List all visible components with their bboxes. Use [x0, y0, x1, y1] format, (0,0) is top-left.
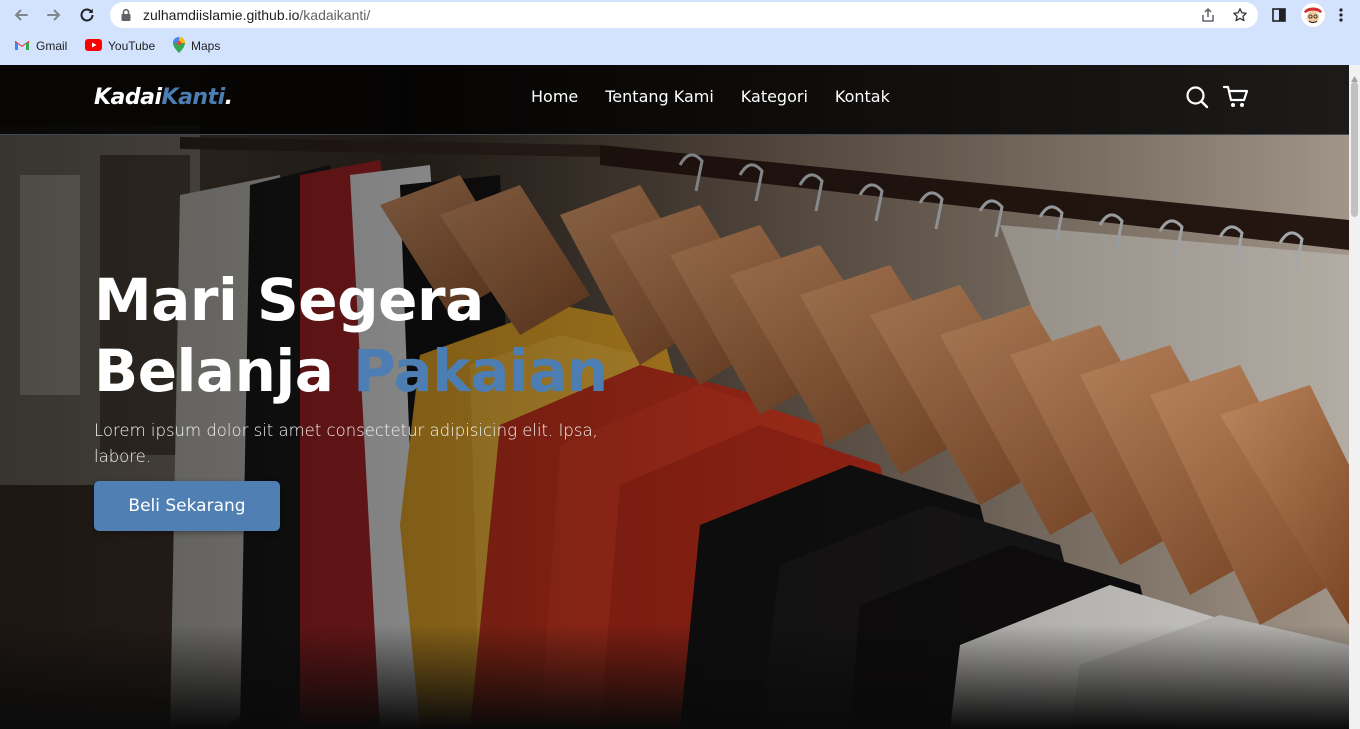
menu-tentang-kami[interactable]: Tentang Kami — [605, 87, 714, 106]
bookmark-star-icon[interactable] — [1230, 6, 1250, 24]
share-icon[interactable] — [1198, 6, 1218, 24]
profile-avatar[interactable] — [1301, 3, 1325, 27]
url-host: zulhamdiislamie.github.io — [143, 7, 300, 23]
back-icon[interactable] — [10, 4, 32, 26]
url-text: zulhamdiislamie.github.io/kadaikanti/ — [143, 7, 370, 23]
hero-title-line-1: Mari Segera — [94, 266, 484, 334]
hero-title-accent: Pakaian — [353, 337, 608, 405]
bookmark-gmail[interactable]: Gmail — [14, 37, 67, 55]
page-scrollbar[interactable] — [1349, 65, 1360, 729]
maps-icon — [173, 36, 185, 56]
logo-dot: . — [224, 85, 233, 110]
more-menu-icon[interactable] — [1330, 4, 1352, 26]
side-panel-icon[interactable] — [1268, 4, 1290, 26]
site-logo[interactable]: KadaiKanti. — [94, 85, 233, 110]
lock-icon — [120, 8, 132, 27]
reload-icon[interactable] — [76, 4, 98, 26]
bookmark-gmail-label: Gmail — [36, 39, 68, 53]
hero-title: Mari Segera Belanja Pakaian — [94, 265, 608, 407]
bookmark-youtube[interactable]: YouTube — [85, 37, 155, 55]
bookmark-youtube-label: YouTube — [108, 39, 156, 53]
address-bar[interactable]: zulhamdiislamie.github.io/kadaikanti/ — [110, 2, 1258, 28]
hero-title-plain: Belanja — [94, 337, 354, 405]
gmail-icon — [14, 39, 30, 54]
logo-accent-text: Kanti — [161, 85, 226, 110]
menu-kategori[interactable]: Kategori — [741, 87, 808, 106]
site-navbar: KadaiKanti. Home Tentang Kami Kategori K… — [0, 65, 1349, 135]
hero-title-line-2: Belanja Pakaian — [94, 336, 608, 407]
logo-main-text: Kadai — [94, 85, 162, 110]
hero-description: Lorem ipsum dolor sit amet consectetur a… — [94, 421, 598, 466]
browser-chrome: zulhamdiislamie.github.io/kadaikanti/ Gm… — [0, 0, 1360, 65]
scrollbar-thumb[interactable] — [1351, 82, 1358, 217]
menu-home[interactable]: Home — [531, 87, 578, 106]
youtube-icon — [85, 38, 102, 54]
shopping-cart-icon[interactable] — [1222, 85, 1249, 114]
beli-sekarang-button[interactable]: Beli Sekarang — [94, 481, 280, 531]
site-menu: Home Tentang Kami Kategori Kontak — [531, 87, 890, 106]
forward-icon[interactable] — [43, 4, 65, 26]
url-path: /kadaikanti/ — [299, 7, 371, 23]
web-page: KadaiKanti. Home Tentang Kami Kategori K… — [0, 65, 1349, 729]
bookmarks-bar: Gmail YouTube Maps — [0, 34, 1360, 58]
navbar-icons — [1185, 85, 1249, 114]
search-icon[interactable] — [1185, 85, 1209, 114]
bookmark-maps[interactable]: Maps — [173, 36, 221, 56]
bookmark-maps-label: Maps — [191, 39, 221, 53]
browser-toolbar: zulhamdiislamie.github.io/kadaikanti/ — [0, 0, 1360, 30]
hero-bottom-fade — [0, 625, 1349, 729]
menu-kontak[interactable]: Kontak — [835, 87, 890, 106]
